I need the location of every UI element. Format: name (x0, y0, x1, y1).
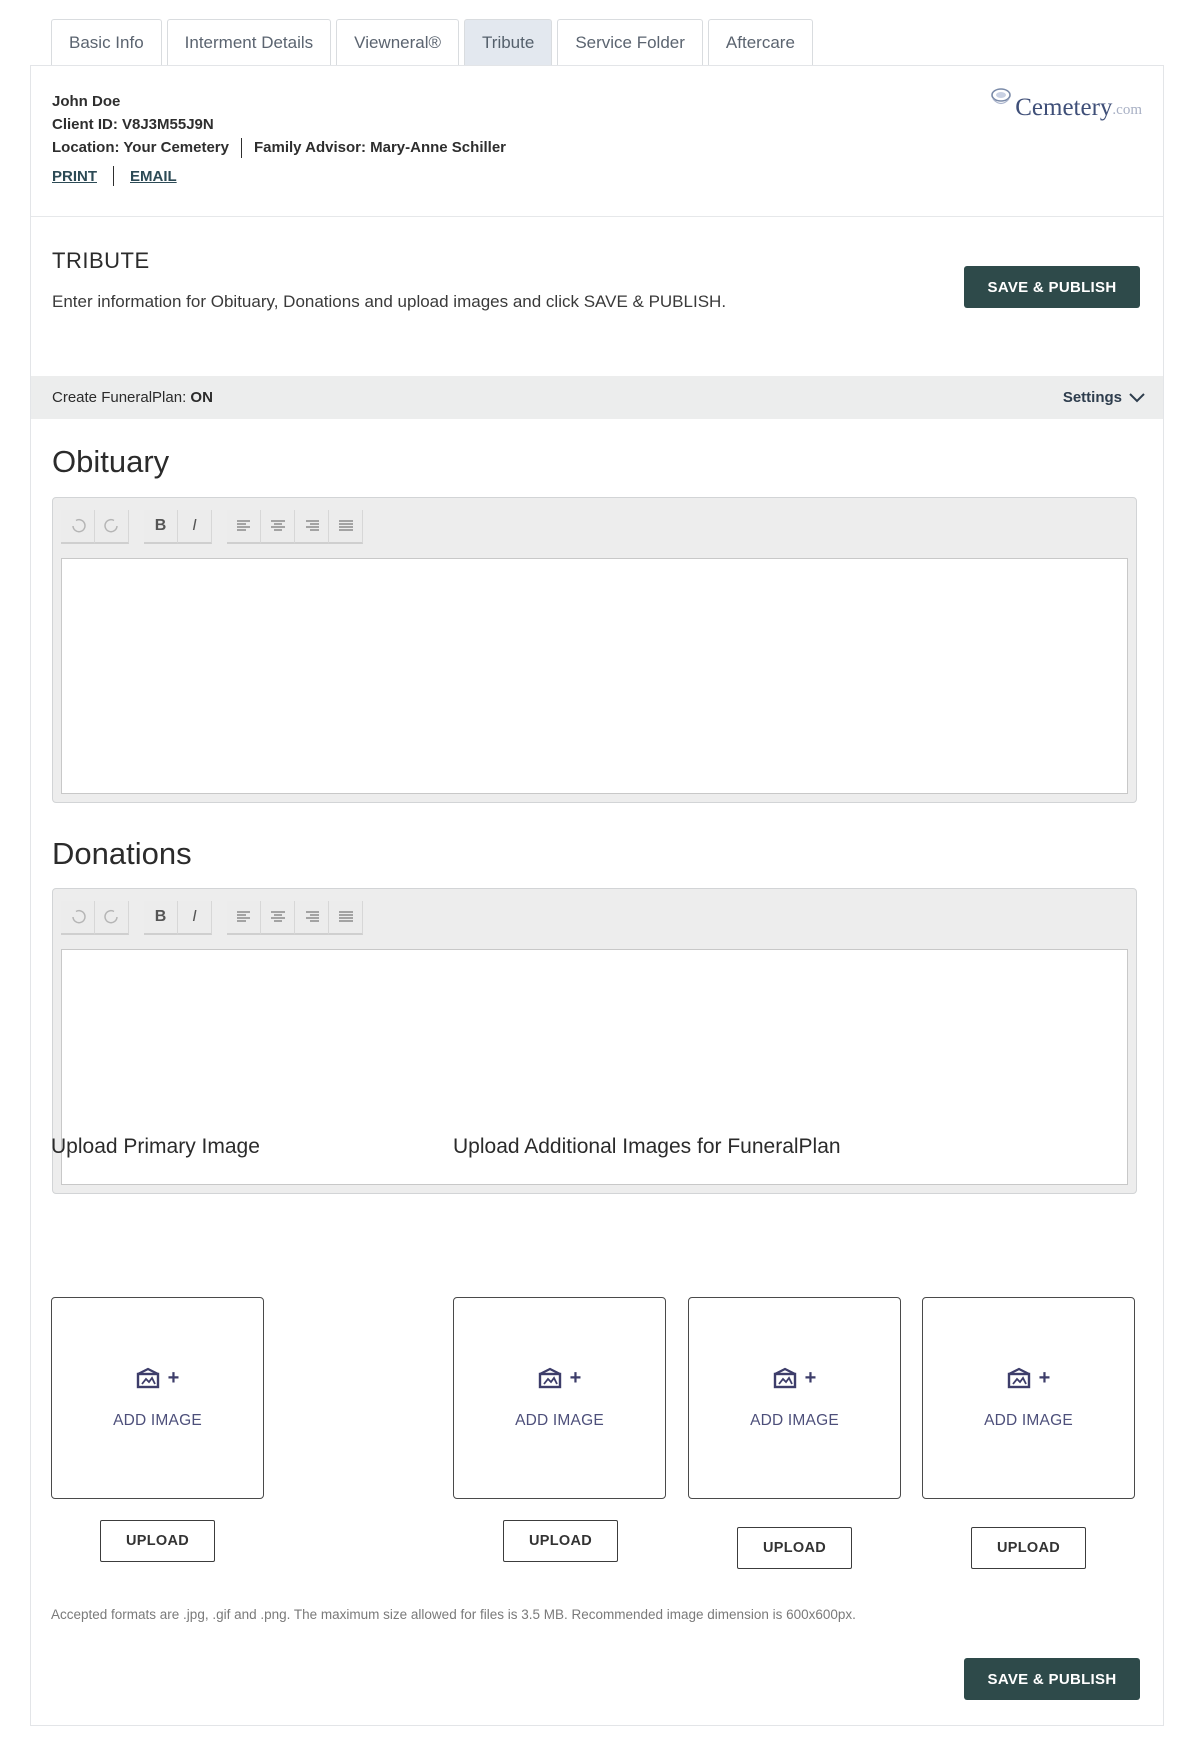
obituary-title: Obituary (52, 444, 170, 479)
settings-label: Settings (1062, 389, 1122, 406)
align-right-icon[interactable] (295, 901, 329, 935)
plus-icon: + (167, 1366, 180, 1389)
tab-service-folder[interactable]: Service Folder (557, 19, 703, 65)
redo-icon[interactable] (95, 901, 129, 935)
tab-basic-info[interactable]: Basic Info (51, 19, 162, 65)
align-right-icon[interactable] (295, 510, 329, 544)
italic-button[interactable]: I (178, 510, 212, 544)
email-link[interactable]: EMAIL (130, 168, 177, 185)
upload-button[interactable]: UPLOAD (503, 1520, 618, 1562)
primary-image-dropzone[interactable]: + ADD IMAGE (51, 1297, 264, 1499)
settings-toggle[interactable]: Settings (1063, 389, 1145, 406)
divider (113, 166, 114, 186)
section-divider (31, 216, 1163, 217)
page-description: Enter information for Obituary, Donation… (52, 292, 727, 311)
editor-toolbar: B I (61, 510, 378, 544)
logo-suffix: .com (1112, 102, 1142, 118)
print-link[interactable]: PRINT (52, 168, 97, 185)
upload-button[interactable]: UPLOAD (971, 1527, 1086, 1569)
obituary-text-area[interactable] (61, 558, 1128, 794)
plus-icon: + (569, 1366, 582, 1389)
add-image-icon (136, 1367, 159, 1389)
additional-image-dropzone[interactable]: + ADD IMAGE (688, 1297, 901, 1499)
italic-button[interactable]: I (178, 901, 212, 935)
undo-icon[interactable] (61, 510, 95, 544)
undo-icon[interactable] (61, 901, 95, 935)
cemetery-logo: Cemetery .com (989, 86, 1142, 122)
additional-image-dropzone[interactable]: + ADD IMAGE (453, 1297, 666, 1499)
tab-aftercare[interactable]: Aftercare (707, 19, 813, 65)
donations-title: Donations (52, 836, 192, 871)
chevron-down-icon (1129, 392, 1145, 402)
additional-images-title: Upload Additional Images for FuneralPlan (453, 1135, 841, 1158)
tab-tribute[interactable]: Tribute (464, 19, 553, 65)
page-title: TRIBUTE (52, 248, 150, 273)
bold-button[interactable]: B (144, 901, 178, 935)
funeralplan-label: Create FuneralPlan: (52, 389, 191, 406)
upload-button[interactable]: UPLOAD (100, 1520, 215, 1562)
tab-bar: Basic Info Interment Details Viewneral® … (51, 19, 813, 65)
save-publish-button-bottom[interactable]: SAVE & PUBLISH (964, 1658, 1140, 1700)
plus-icon: + (804, 1366, 817, 1389)
primary-image-title: Upload Primary Image (51, 1135, 260, 1158)
save-publish-button[interactable]: SAVE & PUBLISH (964, 266, 1140, 308)
add-image-label: ADD IMAGE (113, 1411, 202, 1429)
logo-word: Cemetery (1015, 94, 1113, 121)
family-advisor: Family Advisor: Mary-Anne Schiller (253, 139, 506, 156)
add-image-label: ADD IMAGE (515, 1411, 604, 1429)
add-image-icon (773, 1367, 796, 1389)
redo-icon[interactable] (95, 510, 129, 544)
align-justify-icon[interactable] (329, 901, 363, 935)
add-image-label: ADD IMAGE (984, 1411, 1073, 1429)
additional-image-dropzone[interactable]: + ADD IMAGE (922, 1297, 1135, 1499)
tab-interment-details[interactable]: Interment Details (166, 19, 332, 65)
funeralplan-status: Create FuneralPlan: ON (52, 389, 213, 406)
funeralplan-settings-bar: Create FuneralPlan: ON Settings (31, 376, 1163, 419)
obituary-editor: B I (52, 497, 1137, 803)
action-links: PRINT EMAIL (52, 166, 177, 186)
upload-format-note: Accepted formats are .jpg, .gif and .png… (51, 1607, 856, 1622)
add-image-label: ADD IMAGE (750, 1411, 839, 1429)
editor-toolbar: B I (61, 901, 378, 935)
client-info: John Doe Client ID: V8J3M55J9N Location:… (52, 90, 506, 159)
add-image-icon (538, 1367, 561, 1389)
divider (240, 138, 242, 159)
tab-viewneral[interactable]: Viewneral® (336, 19, 460, 65)
align-center-icon[interactable] (261, 510, 295, 544)
upload-button[interactable]: UPLOAD (737, 1527, 852, 1569)
client-id: Client ID: V8J3M55J9N (52, 116, 214, 133)
client-location: Location: Your Cemetery (52, 139, 229, 156)
add-image-icon (1007, 1367, 1030, 1389)
align-center-icon[interactable] (261, 901, 295, 935)
align-left-icon[interactable] (227, 510, 261, 544)
funeralplan-state: ON (190, 389, 213, 406)
client-name: John Doe (52, 93, 121, 110)
plus-icon: + (1038, 1366, 1051, 1389)
globe-logo-icon (991, 88, 1012, 105)
align-left-icon[interactable] (227, 901, 261, 935)
align-justify-icon[interactable] (329, 510, 363, 544)
bold-button[interactable]: B (144, 510, 178, 544)
